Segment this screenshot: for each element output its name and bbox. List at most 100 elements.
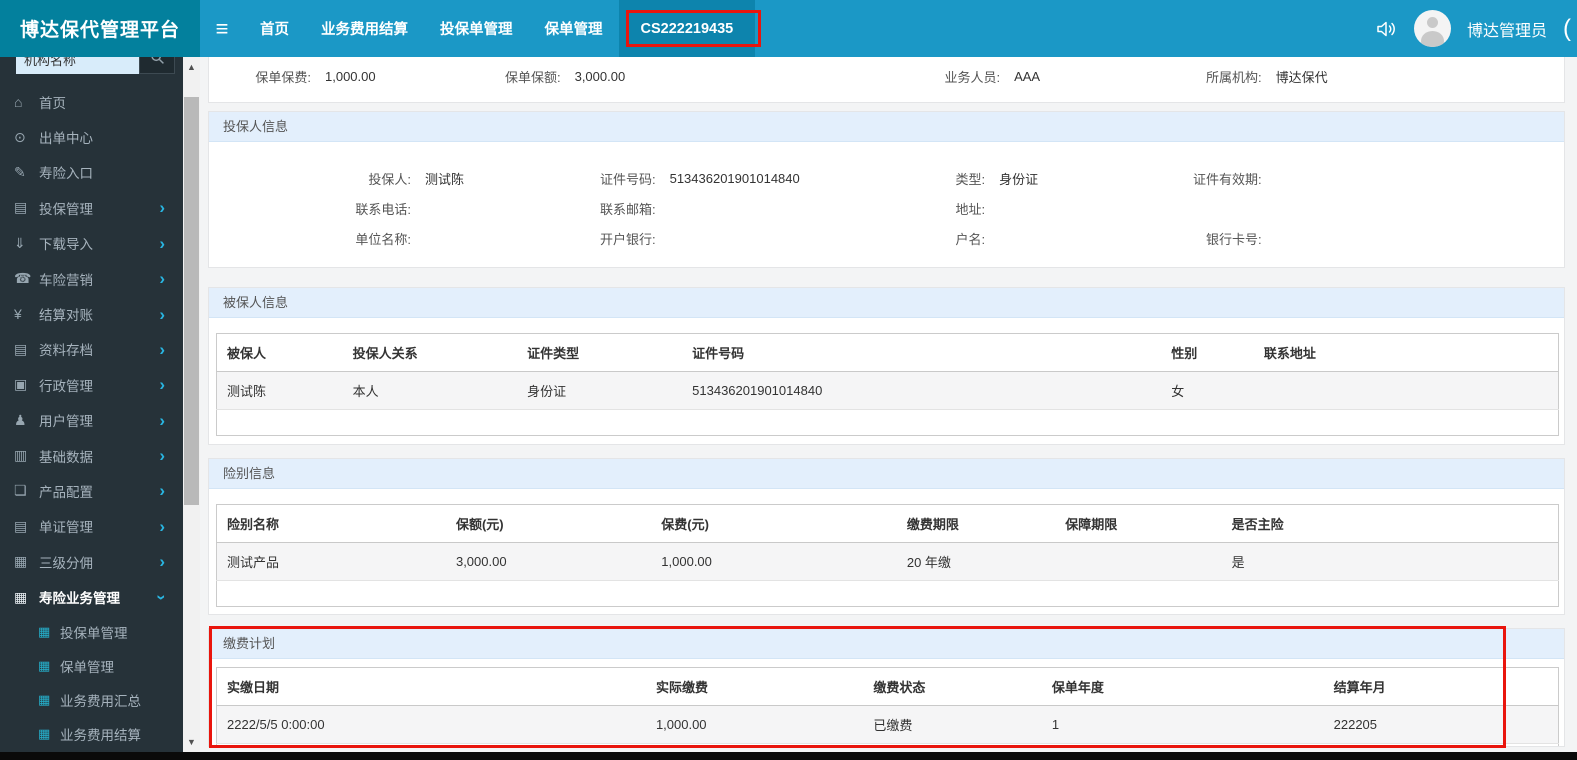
column-header: 缴费期限 [896, 504, 1056, 543]
column-header: 实缴日期 [216, 667, 646, 706]
table-cell: 已缴费 [863, 705, 1042, 744]
field-label: 银行卡号: [1206, 231, 1262, 247]
sidebar-item-insure-mgmt[interactable]: ▤ 投保管理 › [0, 190, 183, 225]
globe-icon: ⊙ [14, 128, 26, 145]
sidebar-item-archives[interactable]: ▤ 资料存档 › [0, 332, 183, 367]
sidebar-menu: ⌂ 首页 ⊙ 出单中心 ✎ 寿险入口 ▤ 投保管理 › ⇓ 下载导入 › ☎ 车… [0, 80, 183, 751]
payment-table: 实缴日期 实际缴费 缴费状态 保单年度 结算年月 2222/5/5 0:00:0… [216, 667, 1559, 746]
table-cell: 3,000.00 [445, 542, 652, 581]
sidebar-item-base-data[interactable]: ▥ 基础数据 › [0, 438, 183, 473]
field-label: 单位名称: [355, 231, 411, 247]
field-label: 所属机构: [1206, 69, 1262, 85]
sidebar-item-issue-center[interactable]: ⊙ 出单中心 [0, 119, 183, 154]
field-label: 保单保费: [255, 69, 311, 85]
sidebar-item-label: 车险营销 [39, 272, 93, 288]
speaker-icon[interactable] [1374, 17, 1398, 41]
chevron-right-icon: › [159, 339, 165, 359]
sidebar-item-life-business-mgmt[interactable]: ▦ 寿险业务管理 › [0, 579, 183, 614]
chevron-right-icon: › [159, 269, 165, 289]
sidebar-item-settlement[interactable]: ¥ 结算对账 › [0, 296, 183, 331]
sidebar-subitem-application-mgmt[interactable]: ▦ 投保单管理 [0, 615, 183, 649]
top-header: 博达保代管理平台 ≡ 首页 业务费用结算 投保单管理 保单管理 CS222219… [0, 0, 1577, 57]
sidebar-item-doc-mgmt[interactable]: ▤ 单证管理 › [0, 509, 183, 544]
table-cell: 测试陈 [216, 371, 343, 410]
power-icon-partial[interactable]: ( [1563, 15, 1575, 43]
bottom-strip [0, 752, 1577, 760]
chevron-right-icon: › [159, 375, 165, 395]
grid-icon: ▦ [14, 553, 28, 570]
table-header-row: 实缴日期 实际缴费 缴费状态 保单年度 结算年月 [216, 667, 1559, 706]
phone-icon: ☎ [14, 270, 32, 287]
field-value: 测试陈 [425, 171, 465, 187]
header-right: 博达管理员 ( [1374, 0, 1577, 57]
risk-info-card: 险别信息 险别名称 保额(元) 保费(元) 缴费期限 保障期限 是否主险 测试产… [208, 458, 1565, 615]
section-title: 险别信息 [209, 459, 1564, 489]
nav-tab-policy-number[interactable]: CS222219435 [618, 0, 762, 57]
table-cell: 20 年缴 [896, 542, 1056, 581]
chevron-down-icon: › [152, 594, 172, 600]
scrollbar-thumb[interactable] [184, 97, 199, 505]
field-label: 联系邮箱: [599, 201, 656, 217]
field-label: 证件号码: [599, 171, 656, 187]
field-value: AAA [1014, 68, 1041, 84]
sidebar-item-auto-marketing[interactable]: ☎ 车险营销 › [0, 261, 183, 296]
table-header-row: 被保人 投保人关系 证件类型 证件号码 性别 联系地址 [216, 333, 1559, 372]
table-row: 测试陈 本人 身份证 513436201901014840 女 [216, 371, 1559, 410]
sidebar-subitem-fee-summary[interactable]: ▦ 业务费用汇总 [0, 683, 183, 717]
table-header-row: 险别名称 保额(元) 保费(元) 缴费期限 保障期限 是否主险 [216, 504, 1559, 543]
database-icon: ▥ [14, 447, 28, 464]
sidebar-item-label: 三级分佣 [39, 555, 93, 571]
home-icon: ⌂ [14, 93, 23, 110]
table-row: 2222/5/5 0:00:00 1,000.00 已缴费 1 222205 [216, 705, 1559, 744]
sidebar-item-user-mgmt[interactable]: ♟ 用户管理 › [0, 403, 183, 438]
sidebar-item-label: 结算对账 [39, 308, 93, 324]
scroll-down-icon[interactable]: ▼ [183, 734, 200, 750]
field-label: 投保人: [368, 171, 411, 187]
chevron-right-icon: › [159, 481, 165, 501]
chevron-right-icon: › [159, 552, 165, 572]
book-icon: ❏ [14, 482, 27, 499]
field-label: 地址: [955, 201, 986, 217]
username[interactable]: 博达管理员 [1467, 17, 1547, 41]
sidebar-scrollbar[interactable]: ▲ ▼ [183, 57, 200, 752]
field-value: 博达保代 [1275, 69, 1328, 85]
download-icon: ⇓ [14, 234, 26, 251]
user-avatar[interactable] [1413, 10, 1451, 47]
sidebar-item-admin-mgmt[interactable]: ▣ 行政管理 › [0, 367, 183, 402]
nav-tab-application-mgmt[interactable]: 投保单管理 [424, 0, 529, 57]
scroll-up-icon[interactable]: ▲ [183, 59, 200, 75]
sidebar-subitem-label: 业务费用结算 [60, 727, 141, 743]
table-cell [1253, 371, 1559, 410]
section-title: 被保人信息 [209, 288, 1564, 318]
sidebar-item-life-entry[interactable]: ✎ 寿险入口 [0, 155, 183, 190]
sidebar-item-label: 资料存档 [39, 343, 93, 359]
nav-tab-home[interactable]: 首页 [244, 0, 305, 57]
empty-table-row [216, 409, 1559, 436]
top-nav: ≡ 首页 业务费用结算 投保单管理 保单管理 CS222219435 [200, 0, 762, 57]
sidebar-item-commission[interactable]: ▦ 三级分佣 › [0, 544, 183, 579]
sidebar-subitem-policy-mgmt[interactable]: ▦ 保单管理 [0, 649, 183, 683]
table-cell: 身份证 [517, 371, 683, 410]
nav-tab-policy-mgmt[interactable]: 保单管理 [529, 0, 619, 57]
column-header: 投保人关系 [342, 333, 518, 372]
sidebar-item-home[interactable]: ⌂ 首页 [0, 84, 183, 119]
sidebar-item-product-config[interactable]: ❏ 产品配置 › [0, 473, 183, 508]
table-cell [1055, 542, 1222, 581]
sidebar-item-label: 首页 [39, 95, 66, 111]
sidebar-item-label: 下载导入 [39, 237, 93, 253]
field-label: 联系电话: [355, 201, 411, 217]
chevron-right-icon: › [159, 516, 165, 536]
sidebar-item-label: 投保管理 [39, 201, 93, 217]
sidebar-item-label: 基础数据 [39, 449, 93, 465]
grid-icon: ▦ [38, 657, 51, 673]
sidebar-item-label: 寿险入口 [39, 166, 93, 182]
nav-tab-fee-settlement[interactable]: 业务费用结算 [305, 0, 424, 57]
empty-table-row [216, 743, 1559, 746]
sidebar-subitem-fee-settlement[interactable]: ▦ 业务费用结算 [0, 717, 183, 751]
briefcase-icon: ▣ [14, 376, 28, 393]
grid-icon: ▦ [38, 691, 51, 707]
chevron-right-icon: › [159, 410, 165, 430]
menu-toggle-icon[interactable]: ≡ [200, 0, 244, 57]
sidebar-item-download-import[interactable]: ⇓ 下载导入 › [0, 226, 183, 261]
main-content: 保单保费: 1,000.00 保单保额: 3,000.00 业务人员: AAA 所属机… [200, 47, 1577, 752]
